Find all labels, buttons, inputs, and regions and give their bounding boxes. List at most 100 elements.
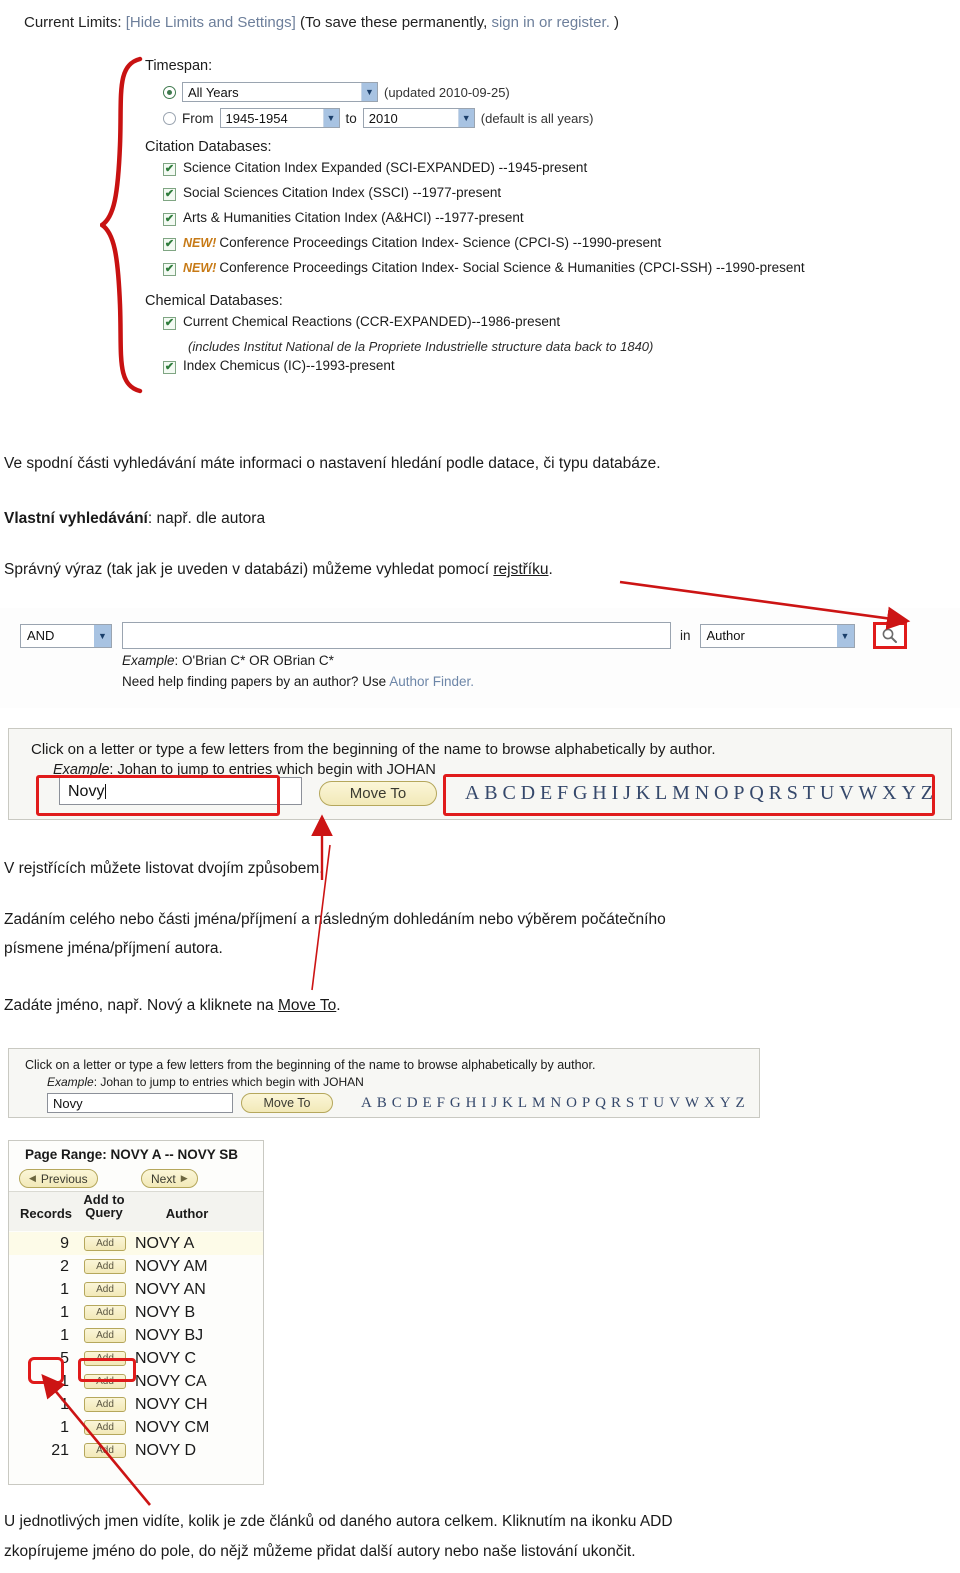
checkbox-ahci[interactable]: ✔ [163,213,176,226]
letter-k[interactable]: K [636,782,650,805]
letter-w[interactable]: W [685,1095,699,1112]
search-button-highlight[interactable] [872,622,907,649]
boolean-operator-select[interactable]: AND ▼ [20,623,112,648]
checkbox-ccr-expanded[interactable]: ✔ [163,317,176,330]
letter-w[interactable]: W [858,782,877,805]
add-cell[interactable]: Add [77,1282,133,1297]
letter-b[interactable]: B [484,782,497,805]
letter-f[interactable]: F [437,1095,445,1112]
add-cell[interactable]: Add [77,1259,133,1274]
letter-c[interactable]: C [392,1095,402,1112]
add-cell[interactable]: Add [77,1374,133,1389]
letter-e[interactable]: E [422,1095,431,1112]
search-field-select[interactable]: Author ▼ [699,623,855,648]
database-row[interactable]: ✔ Index Chemicus (IC)--1993-present [163,358,945,383]
author-name-input[interactable]: Novy [59,777,302,805]
letter-v[interactable]: V [669,1095,680,1112]
author-name[interactable]: NOVY CA [133,1373,263,1391]
letter-r[interactable]: R [769,782,782,805]
add-button[interactable]: Add [84,1305,126,1320]
letter-l[interactable]: L [518,1095,527,1112]
author-name[interactable]: NOVY CH [133,1396,263,1414]
letter-s[interactable]: S [787,782,798,805]
database-row[interactable]: ✔ Science Citation Index Expanded (SCI-E… [163,160,945,185]
add-button[interactable]: Add [84,1259,126,1274]
database-row[interactable]: ✔ Social Sciences Citation Index (SSCI) … [163,185,945,210]
add-button[interactable]: Add [84,1282,126,1297]
table-row[interactable]: 21 Add NOVY D [9,1439,263,1462]
letter-p[interactable]: P [582,1095,590,1112]
letter-p[interactable]: P [733,782,744,805]
author-name[interactable]: NOVY AM [133,1258,263,1276]
author-finder-link[interactable]: Author Finder. [389,674,474,689]
next-page-button[interactable]: Next ▶ [141,1169,198,1188]
letter-o[interactable]: O [714,782,728,805]
letter-f[interactable]: F [557,782,568,805]
move-to-button[interactable]: Move To [241,1093,333,1113]
letter-n[interactable]: N [695,782,709,805]
letter-a[interactable]: A [361,1095,372,1112]
letter-c[interactable]: C [502,782,515,805]
add-button[interactable]: Add [84,1397,126,1412]
letter-d[interactable]: D [521,782,535,805]
checkbox-index-chemicus[interactable]: ✔ [163,361,176,374]
letter-j[interactable]: J [491,1095,497,1112]
alphabet-letter-nav[interactable]: A B C D E F G H I J K L M N O P Q R S T … [359,1092,747,1114]
letter-m[interactable]: M [532,1095,545,1112]
add-button[interactable]: Add [84,1328,126,1343]
add-cell[interactable]: Add [77,1305,133,1320]
add-button[interactable]: Add [84,1443,126,1458]
hide-limits-link[interactable]: [Hide Limits and Settings] [126,14,296,31]
letter-x[interactable]: X [704,1095,715,1112]
database-row[interactable]: ✔ NEW! Conference Proceedings Citation In… [163,235,945,260]
table-row[interactable]: 1 Add NOVY CA [9,1370,263,1393]
letter-h[interactable]: H [466,1095,477,1112]
move-to-button[interactable]: Move To [319,781,437,806]
alphabet-letter-nav[interactable]: A B C D E F G H I J K L M N O P Q R S T … [461,779,937,807]
add-button[interactable]: Add [84,1420,126,1435]
letter-y[interactable]: Y [720,1095,731,1112]
letter-l[interactable]: L [655,782,667,805]
radio-from-range[interactable] [163,111,176,125]
add-cell[interactable]: Add [77,1420,133,1435]
add-cell[interactable]: Add [77,1236,133,1251]
author-name[interactable]: NOVY D [133,1442,263,1460]
add-cell[interactable]: Add [77,1328,133,1343]
table-row[interactable]: 2 Add NOVY AM [9,1255,263,1278]
letter-b[interactable]: B [377,1095,387,1112]
checkbox-cpci-ssh[interactable]: ✔ [163,263,176,276]
sign-in-register-link[interactable]: sign in or register. [491,14,609,31]
table-row[interactable]: 1 Add NOVY B [9,1301,263,1324]
letter-t[interactable]: T [803,782,815,805]
all-years-select[interactable]: All Years ▼ [182,82,378,102]
letter-a[interactable]: A [465,782,479,805]
table-row[interactable]: 1 Add NOVY AN [9,1278,263,1301]
letter-k[interactable]: K [502,1095,513,1112]
letter-h[interactable]: H [592,782,606,805]
radio-all-years[interactable] [163,85,176,99]
checkbox-ssci[interactable]: ✔ [163,188,176,201]
letter-g[interactable]: G [450,1095,461,1112]
database-row[interactable]: ✔ Current Chemical Reactions (CCR-EXPAND… [163,314,945,339]
letter-u[interactable]: U [653,1095,664,1112]
author-name[interactable]: NOVY CM [133,1419,263,1437]
add-button[interactable]: Add [84,1236,126,1251]
add-cell[interactable]: Add [77,1397,133,1412]
letter-o[interactable]: O [566,1095,577,1112]
add-cell[interactable]: Add [77,1443,133,1458]
add-button[interactable]: Add [84,1351,126,1366]
letter-i[interactable]: I [481,1095,486,1112]
database-row[interactable]: ✔ NEW! Conference Proceedings Citation In… [163,260,945,285]
table-row[interactable]: 1 Add NOVY BJ [9,1324,263,1347]
author-name[interactable]: NOVY B [133,1304,263,1322]
author-name-input[interactable]: Novy [47,1093,233,1113]
table-row[interactable]: 1 Add NOVY CM [9,1416,263,1439]
table-row[interactable]: 5 Add NOVY C [9,1347,263,1370]
letter-v[interactable]: V [839,782,853,805]
search-query-input[interactable] [122,622,671,649]
table-row[interactable]: 1 Add NOVY CH [9,1393,263,1416]
previous-page-button[interactable]: ◀ Previous [19,1169,98,1188]
letter-j[interactable]: J [623,782,631,805]
letter-i[interactable]: I [612,782,619,805]
expr-link[interactable]: rejstříku [493,561,548,578]
